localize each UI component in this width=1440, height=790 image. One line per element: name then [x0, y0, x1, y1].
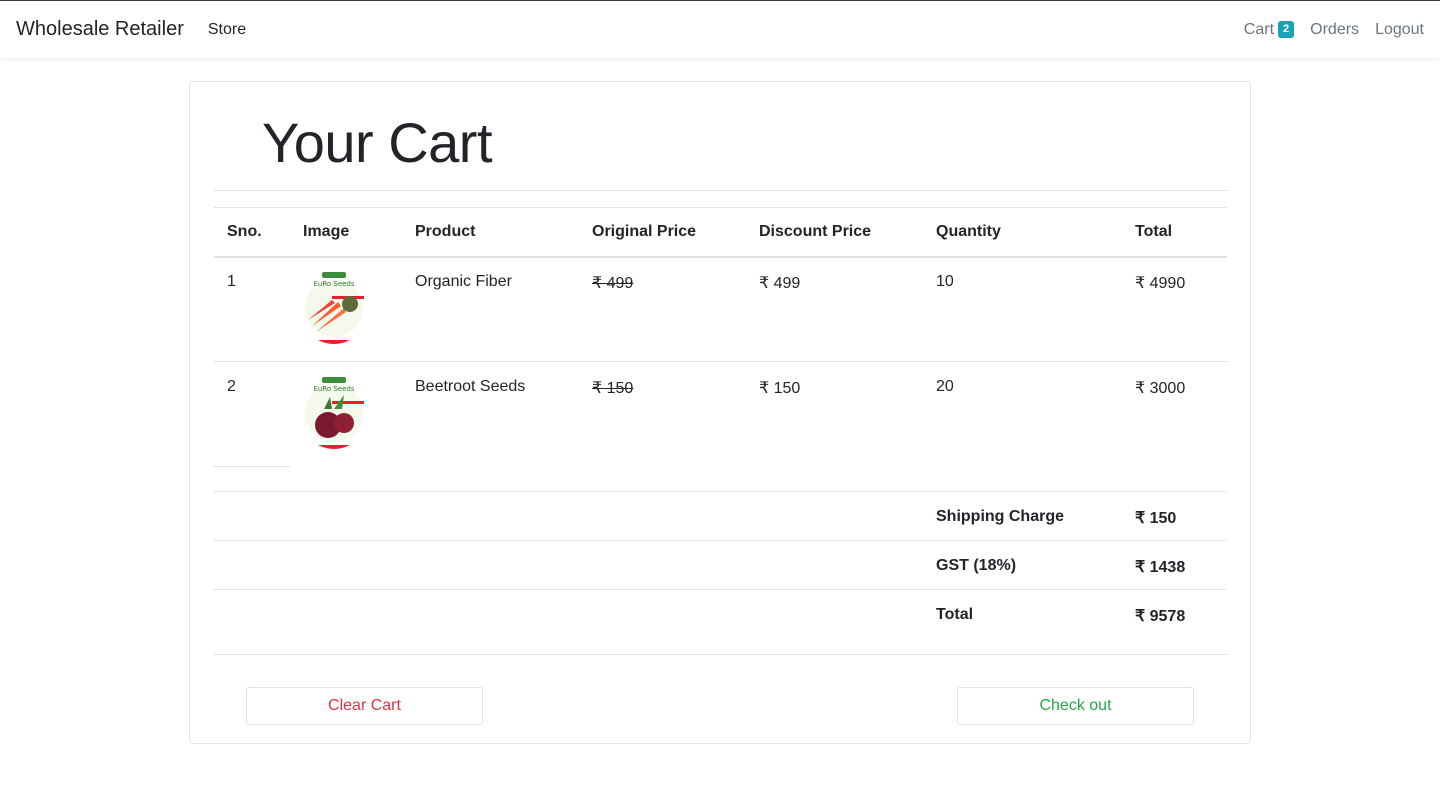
- header-total: Total: [1135, 223, 1173, 240]
- cart-count-badge: 2: [1278, 21, 1295, 38]
- clear-cart-button[interactable]: Clear Cart: [246, 687, 483, 725]
- cart-card: Your Cart Sno. Image Product Original Pr…: [189, 81, 1251, 744]
- row-2-total: ₹ 3000: [1135, 380, 1186, 397]
- row-2-quantity: 20: [936, 378, 954, 395]
- table-bottom-border: [214, 491, 1227, 492]
- footer-divider: [214, 654, 1227, 655]
- svg-text:EuRo Seeds: EuRo Seeds: [313, 385, 354, 393]
- nav-cart-link[interactable]: Cart 2: [1243, 20, 1295, 39]
- header-discount-price: Discount Price: [759, 223, 872, 240]
- gst-value: ₹ 1438: [1135, 559, 1186, 576]
- header-quantity: Quantity: [936, 223, 1001, 240]
- header-sno: Sno.: [227, 223, 262, 240]
- summary-divider: [214, 589, 1227, 590]
- row-divider: [214, 361, 1227, 362]
- top-navbar: Wholesale Retailer Store Cart 2 Orders L…: [0, 0, 1440, 58]
- summary-divider: [214, 540, 1227, 541]
- nav-right-group: Cart 2 Orders Logout: [1228, 21, 1424, 39]
- nav-orders-link[interactable]: Orders: [1310, 21, 1359, 39]
- row-1-sno: 1: [227, 273, 236, 290]
- shipping-label: Shipping Charge: [936, 508, 1064, 525]
- nav-logout-link[interactable]: Logout: [1375, 21, 1424, 39]
- row-1-quantity: 10: [936, 273, 954, 290]
- row-1-discount-price: ₹ 499: [759, 275, 801, 292]
- title-divider: [214, 190, 1227, 191]
- beetroot-seed-packet-image: EuRo Seeds: [305, 377, 364, 449]
- nav-store-link[interactable]: Store: [208, 21, 246, 39]
- gst-label: GST (18%): [936, 557, 1017, 574]
- row-2-original-price: ₹ 150: [592, 380, 634, 397]
- carrot-seed-packet-image: EuRo Seeds: [305, 272, 364, 344]
- checkout-button[interactable]: Check out: [957, 687, 1194, 725]
- row-1-original-price: ₹ 499: [592, 275, 634, 292]
- header-image: Image: [303, 223, 350, 240]
- svg-text:EuRo Seeds: EuRo Seeds: [313, 280, 354, 288]
- header-product: Product: [415, 223, 476, 240]
- brand-link[interactable]: Wholesale Retailer: [16, 18, 184, 41]
- table-top-border: [214, 207, 1227, 208]
- page-title: Your Cart: [262, 111, 493, 174]
- grand-total-value: ₹ 9578: [1135, 608, 1186, 625]
- row-1-product: Organic Fiber: [415, 273, 512, 290]
- row-divider-short: [214, 466, 291, 467]
- header-bottom-border: [214, 256, 1227, 258]
- row-1-total: ₹ 4990: [1135, 275, 1186, 292]
- header-original-price: Original Price: [592, 223, 697, 240]
- row-2-discount-price: ₹ 150: [759, 380, 801, 397]
- nav-cart-label: Cart: [1243, 20, 1275, 38]
- row-2-sno: 2: [227, 378, 236, 395]
- row-2-product: Beetroot Seeds: [415, 378, 526, 395]
- shipping-value: ₹ 150: [1135, 510, 1177, 527]
- grand-total-label: Total: [936, 606, 974, 623]
